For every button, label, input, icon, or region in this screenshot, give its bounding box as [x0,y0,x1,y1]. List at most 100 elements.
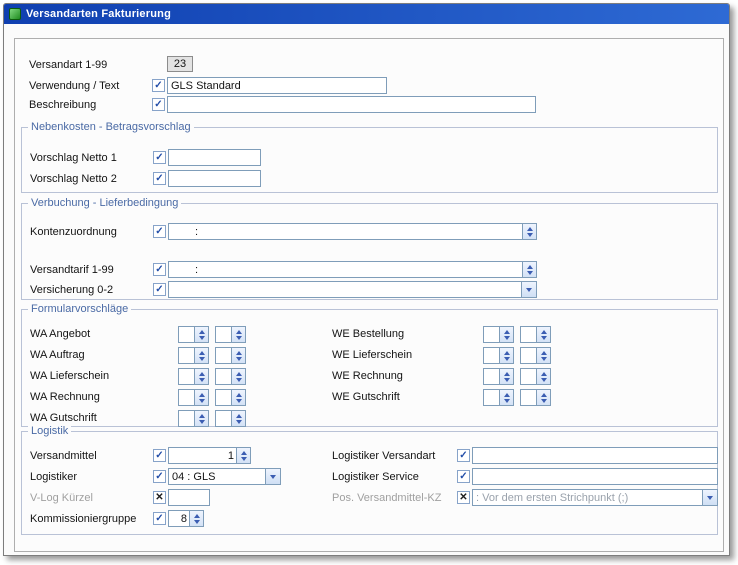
group-verbuchung: Verbuchung - Lieferbedingung Kontenzuord… [21,203,718,300]
vorschlag-netto2-checkbox[interactable]: ✓ [153,172,166,185]
formular-spinbox [178,368,209,385]
kontenzuordnung-checkbox[interactable]: ✓ [153,225,166,238]
versandmittel-spinner[interactable] [236,447,251,464]
versandtarif-spinner[interactable] [522,261,537,278]
verwendung-checkbox[interactable]: ✓ [152,79,165,92]
formular-spin-input[interactable] [215,347,231,364]
formular-spin-input[interactable] [215,410,231,427]
formular-spinner[interactable] [194,326,209,343]
versandtarif-checkbox[interactable]: ✓ [153,263,166,276]
formular-spin-input[interactable] [520,368,536,385]
pos-versandmittel-kz-input[interactable] [472,489,702,506]
spin-up-icon [199,414,205,418]
versandtarif-label: Versandtarif 1-99 [30,264,114,277]
formular-spinner[interactable] [499,347,514,364]
formular-spin-input[interactable] [520,326,536,343]
formular-spinner[interactable] [231,368,246,385]
versicherung-checkbox[interactable]: ✓ [153,283,166,296]
formular-spin-input[interactable] [520,389,536,406]
versandtarif-input[interactable] [168,261,522,278]
vorschlag-netto1-checkbox[interactable]: ✓ [153,151,166,164]
chevron-down-icon [526,288,532,292]
spin-up-icon [199,393,205,397]
spin-up-icon [199,351,205,355]
formular-spinner[interactable] [499,389,514,406]
spin-down-icon [236,378,242,382]
pos-versandmittel-kz-label: Pos. Versandmittel-KZ [332,492,441,505]
formular-spinner[interactable] [194,389,209,406]
beschreibung-input[interactable] [167,96,536,113]
logistiker-service-input[interactable] [472,468,718,485]
spin-up-icon [504,330,510,334]
versandart-value: 23 [167,56,193,72]
kommissioniergruppe-checkbox[interactable]: ✓ [153,512,166,525]
formular-spinbox [483,326,514,343]
formular-spin-input[interactable] [178,347,194,364]
vlog-kuerzel-input[interactable] [168,489,210,506]
formular-spin-input[interactable] [483,326,499,343]
formular-spinner[interactable] [536,368,551,385]
formular-spinner[interactable] [231,326,246,343]
versicherung-input[interactable] [168,281,521,298]
spin-down-icon [236,336,242,340]
vorschlag-netto1-input[interactable] [168,149,261,166]
versicherung-dropdown-button[interactable] [521,281,537,298]
formular-spinner[interactable] [536,326,551,343]
versandmittel-input[interactable] [168,447,236,464]
formular-spinner[interactable] [194,410,209,427]
spin-down-icon [541,336,547,340]
formular-spin-input[interactable] [178,410,194,427]
kontenzuordnung-spinner[interactable] [522,223,537,240]
formular-spin-input[interactable] [178,326,194,343]
formular-spin-input[interactable] [178,368,194,385]
logistiker-dropdown-button[interactable] [265,468,281,485]
spin-down-icon [527,233,533,237]
logistiker-versandart-input[interactable] [472,447,718,464]
spin-down-icon [541,399,547,403]
formular-spin-input[interactable] [215,368,231,385]
formular-spinner[interactable] [231,410,246,427]
verwendung-input[interactable] [167,77,387,94]
form-panel: Versandart 1-99 23 Verwendung / Text ✓ B… [14,38,724,552]
logistiker-versandart-checkbox[interactable]: ✓ [457,449,470,462]
titlebar[interactable]: Versandarten Fakturierung [4,4,729,24]
vorschlag-netto1-label: Vorschlag Netto 1 [30,152,117,165]
formular-spinner[interactable] [499,368,514,385]
spin-down-icon [199,420,205,424]
logistiker-input[interactable] [168,468,265,485]
beschreibung-checkbox[interactable]: ✓ [152,98,165,111]
formular-spin-input[interactable] [215,389,231,406]
we-gutschrift-label: WE Gutschrift [332,391,400,404]
versandart-label: Versandart 1-99 [29,59,107,72]
formular-spin-input[interactable] [215,326,231,343]
versandmittel-spinbox [168,447,251,464]
logistiker-dropdown [168,468,281,485]
formular-spinner[interactable] [536,347,551,364]
versandmittel-checkbox[interactable]: ✓ [153,449,166,462]
wa-lieferschein-label: WA Lieferschein [30,370,109,383]
formular-spin-input[interactable] [178,389,194,406]
vlog-kuerzel-checkbox[interactable]: ✕ [153,491,166,504]
formular-spinner[interactable] [536,389,551,406]
formular-spin-input[interactable] [483,368,499,385]
vorschlag-netto2-input[interactable] [168,170,261,187]
pos-versandmittel-kz-checkbox[interactable]: ✕ [457,491,470,504]
pos-versandmittel-kz-dropdown-button[interactable] [702,489,718,506]
check-icon: ✓ [155,173,163,184]
logistiker-checkbox[interactable]: ✓ [153,470,166,483]
formular-spinner[interactable] [194,347,209,364]
formular-spin-input[interactable] [483,347,499,364]
spin-up-icon [194,514,200,518]
formular-spinner[interactable] [499,326,514,343]
chevron-down-icon [707,496,713,500]
formular-spinner[interactable] [231,347,246,364]
kommissioniergruppe-spinner[interactable] [189,510,204,527]
formular-spinner[interactable] [231,389,246,406]
formular-spinner[interactable] [194,368,209,385]
logistiker-service-checkbox[interactable]: ✓ [457,470,470,483]
kommissioniergruppe-input[interactable] [168,510,189,527]
pos-versandmittel-kz-dropdown [472,489,718,506]
formular-spin-input[interactable] [483,389,499,406]
formular-spin-input[interactable] [520,347,536,364]
kontenzuordnung-input[interactable] [168,223,522,240]
